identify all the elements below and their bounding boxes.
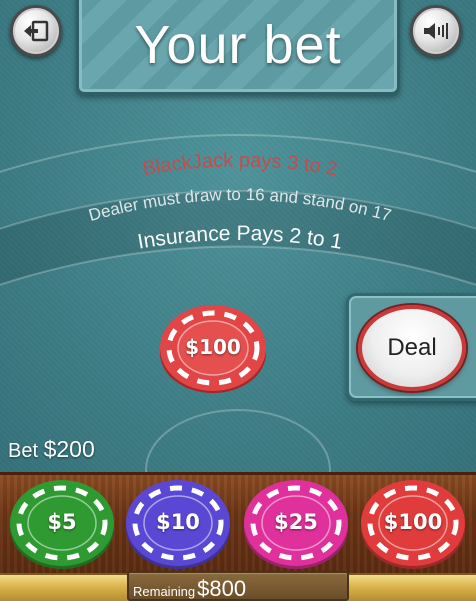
chip-100-button[interactable]: $100: [359, 478, 467, 570]
sound-button[interactable]: [410, 5, 462, 57]
chip-label: $100: [383, 510, 443, 534]
remaining-label: Remaining: [133, 584, 196, 599]
title-banner: Your bet: [76, 0, 400, 95]
placed-chip-label: $100: [185, 335, 241, 359]
chip-label: $25: [274, 510, 318, 534]
remaining-value: $800: [197, 576, 247, 601]
bet-display: Bet $200: [8, 436, 95, 463]
bet-label: Bet: [8, 440, 39, 462]
exit-icon: [24, 20, 49, 42]
chip-label: $10: [156, 510, 200, 534]
rule-insurance: Insurance Pays 2 to 1: [136, 222, 344, 254]
placed-chip[interactable]: $100: [158, 303, 268, 395]
speaker-icon: [424, 23, 448, 39]
remaining-display: Remaining $800: [127, 571, 349, 601]
page-title: Your bet: [134, 14, 342, 75]
chip-10-button[interactable]: $10: [124, 478, 232, 570]
deal-button[interactable]: Deal: [358, 305, 466, 391]
chip-5-button[interactable]: $5: [8, 478, 116, 570]
exit-button[interactable]: [10, 5, 62, 57]
deal-button-label: Deal: [387, 334, 437, 361]
bet-amount: $200: [43, 436, 95, 462]
chip-25-button[interactable]: $25: [242, 478, 350, 570]
chip-label: $5: [47, 510, 77, 534]
